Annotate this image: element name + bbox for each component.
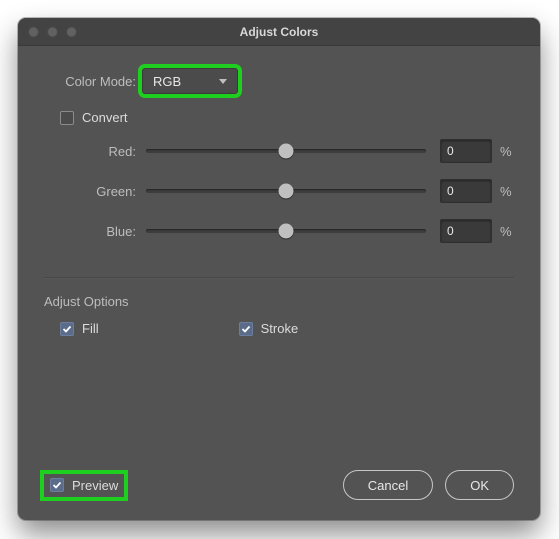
red-slider-thumb[interactable] (279, 144, 294, 159)
green-input[interactable] (440, 179, 492, 203)
convert-label: Convert (82, 110, 128, 125)
preview-checkbox[interactable] (50, 478, 64, 492)
blue-input[interactable] (440, 219, 492, 243)
minimize-icon[interactable] (47, 26, 58, 37)
stroke-label: Stroke (261, 321, 299, 336)
blue-unit: % (500, 224, 514, 239)
blue-label: Blue: (44, 224, 142, 239)
blue-slider[interactable] (146, 229, 426, 233)
fill-checkbox[interactable] (60, 322, 74, 336)
adjust-colors-dialog: Adjust Colors Color Mode: RGB Convert Re… (18, 18, 540, 520)
green-unit: % (500, 184, 514, 199)
red-slider[interactable] (146, 149, 426, 153)
red-unit: % (500, 144, 514, 159)
color-mode-select[interactable]: RGB (142, 68, 238, 94)
fill-option: Fill (60, 321, 99, 336)
stroke-checkbox[interactable] (239, 322, 253, 336)
chevron-down-icon (219, 79, 227, 84)
dialog-content: Color Mode: RGB Convert Red: % Green: (18, 46, 540, 520)
blue-slider-thumb[interactable] (279, 224, 294, 239)
dialog-title: Adjust Colors (240, 25, 319, 39)
adjust-options-row: Fill Stroke (60, 321, 514, 336)
fill-label: Fill (82, 321, 99, 336)
dialog-footer: Preview Cancel OK (44, 446, 514, 500)
green-label: Green: (44, 184, 142, 199)
red-label: Red: (44, 144, 142, 159)
stroke-option: Stroke (239, 321, 299, 336)
adjust-options-title: Adjust Options (44, 294, 514, 309)
preview-wrap: Preview (44, 474, 124, 497)
close-icon[interactable] (28, 26, 39, 37)
preview-label: Preview (72, 478, 118, 493)
red-row: Red: % (44, 139, 514, 163)
convert-checkbox[interactable] (60, 111, 74, 125)
green-slider-thumb[interactable] (279, 184, 294, 199)
convert-row: Convert (60, 110, 514, 125)
ok-button[interactable]: OK (445, 470, 514, 500)
color-mode-value: RGB (153, 74, 181, 89)
color-mode-label: Color Mode: (44, 74, 142, 89)
blue-row: Blue: % (44, 219, 514, 243)
green-slider[interactable] (146, 189, 426, 193)
cancel-button[interactable]: Cancel (343, 470, 433, 500)
divider (44, 277, 514, 278)
green-row: Green: % (44, 179, 514, 203)
zoom-icon[interactable] (66, 26, 77, 37)
window-controls (28, 26, 77, 37)
color-mode-row: Color Mode: RGB (44, 68, 514, 94)
red-input[interactable] (440, 139, 492, 163)
titlebar: Adjust Colors (18, 18, 540, 46)
